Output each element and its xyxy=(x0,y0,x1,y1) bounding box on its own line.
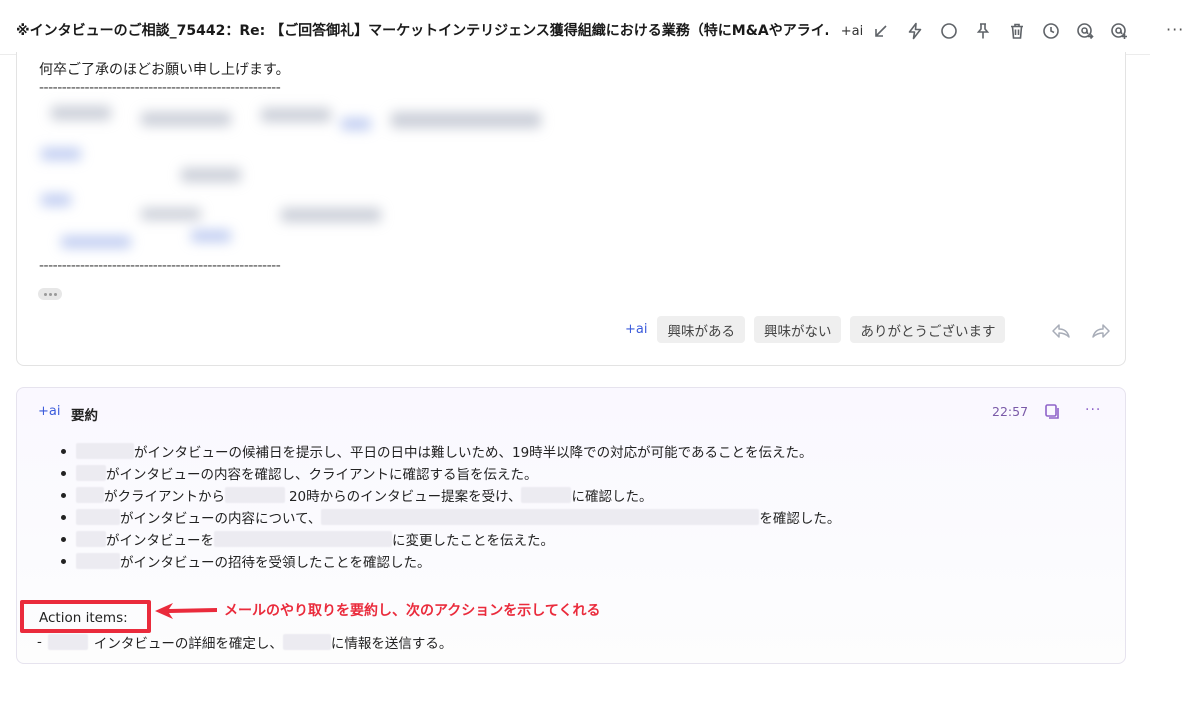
quick-reply-interested[interactable]: 興味がある xyxy=(657,316,745,343)
summary-timestamp: 22:57 xyxy=(992,404,1029,419)
quick-reply-bar: +ai 興味がある 興味がない ありがとうございます xyxy=(625,316,1014,343)
redacted-name xyxy=(282,634,331,650)
redacted-name xyxy=(76,465,106,481)
redacted-name xyxy=(47,634,88,650)
redacted-date xyxy=(214,531,392,547)
redacted-name xyxy=(76,443,134,459)
ai-summary-card: +ai 要約 22:57 ··· がインタビューの候補日を提示し、平日の日中は難… xyxy=(16,387,1126,664)
annotation-arrow-icon xyxy=(155,603,217,619)
annotation-caption: メールのやり取りを要約し、次のアクションを示してくれる xyxy=(224,603,601,619)
quick-reply-thanks[interactable]: ありがとうございます xyxy=(850,316,1006,343)
redacted-signature xyxy=(31,98,541,258)
summary-more-icon[interactable]: ··· xyxy=(1085,402,1101,418)
forward-icon[interactable] xyxy=(1081,320,1121,342)
more-options-icon[interactable]: ··· xyxy=(1166,20,1184,39)
ai-button[interactable]: +ai xyxy=(840,24,864,39)
lightning-icon[interactable] xyxy=(898,18,932,44)
email-subject: ※インタビューのご相談_75442：Re: 【ご回答御礼】マーケットインテリジェ… xyxy=(16,23,828,39)
arrow-down-left-icon[interactable] xyxy=(864,18,898,44)
circle-icon[interactable] xyxy=(932,18,966,44)
action-item: - インタビューの詳細を確定し、 に情報を送信する。 xyxy=(37,634,453,652)
redacted-name xyxy=(76,487,104,503)
show-quoted-text-button[interactable] xyxy=(38,288,62,300)
trash-icon[interactable] xyxy=(1000,18,1034,44)
redacted-date xyxy=(224,487,285,503)
redacted-name xyxy=(76,531,106,547)
list-item: がインタビューの招待を受領したことを確認した。 xyxy=(61,550,1101,572)
clock-icon[interactable] xyxy=(1034,18,1068,44)
list-item: がインタビューの内容を確認し、クライアントに確認する旨を伝えた。 xyxy=(61,462,1101,484)
ai-reply-button[interactable]: +ai xyxy=(625,322,647,337)
toolbar: +ai xyxy=(840,18,1136,44)
redacted-name xyxy=(76,553,120,569)
pin-icon[interactable] xyxy=(966,18,1000,44)
signature-divider-bottom: ----------------------------------------… xyxy=(39,258,281,274)
add-mention-icon[interactable] xyxy=(1102,18,1136,44)
summary-bullet-list: がインタビューの候補日を提示し、平日の日中は難しいため、19時半以降での対応が可… xyxy=(61,440,1101,572)
copy-icon[interactable] xyxy=(1043,402,1061,420)
forward-mention-icon[interactable] xyxy=(1068,18,1102,44)
reply-actions xyxy=(1041,320,1121,342)
reply-icon[interactable] xyxy=(1041,320,1081,342)
quick-reply-not-interested[interactable]: 興味がない xyxy=(753,316,842,343)
signature-divider-top: ----------------------------------------… xyxy=(39,80,281,96)
list-item: がインタビューの候補日を提示し、平日の日中は難しいため、19時半以降での対応が可… xyxy=(61,440,1101,462)
email-message-card: 何卒ご了承のほどお願い申し上げます。 ---------------------… xyxy=(16,52,1126,366)
redacted-details xyxy=(321,509,760,525)
redacted-name xyxy=(521,487,572,503)
list-item: がクライアントから 20時からのインタビュー提案を受け、 に確認した。 xyxy=(61,484,1101,506)
email-closing-line: 何卒ご了承のほどお願い申し上げます。 xyxy=(39,62,290,78)
annotation-highlight-box xyxy=(20,600,151,633)
list-item: がインタビューの内容について、 を確認した。 xyxy=(61,506,1101,528)
redacted-name xyxy=(76,509,120,525)
list-item: がインタビューを に変更したことを伝えた。 xyxy=(61,528,1101,550)
ai-summary-badge: +ai xyxy=(38,404,61,419)
summary-title: 要約 xyxy=(71,408,98,424)
email-header: ※インタビューのご相談_75442：Re: 【ご回答御礼】マーケットインテリジェ… xyxy=(0,0,1200,56)
